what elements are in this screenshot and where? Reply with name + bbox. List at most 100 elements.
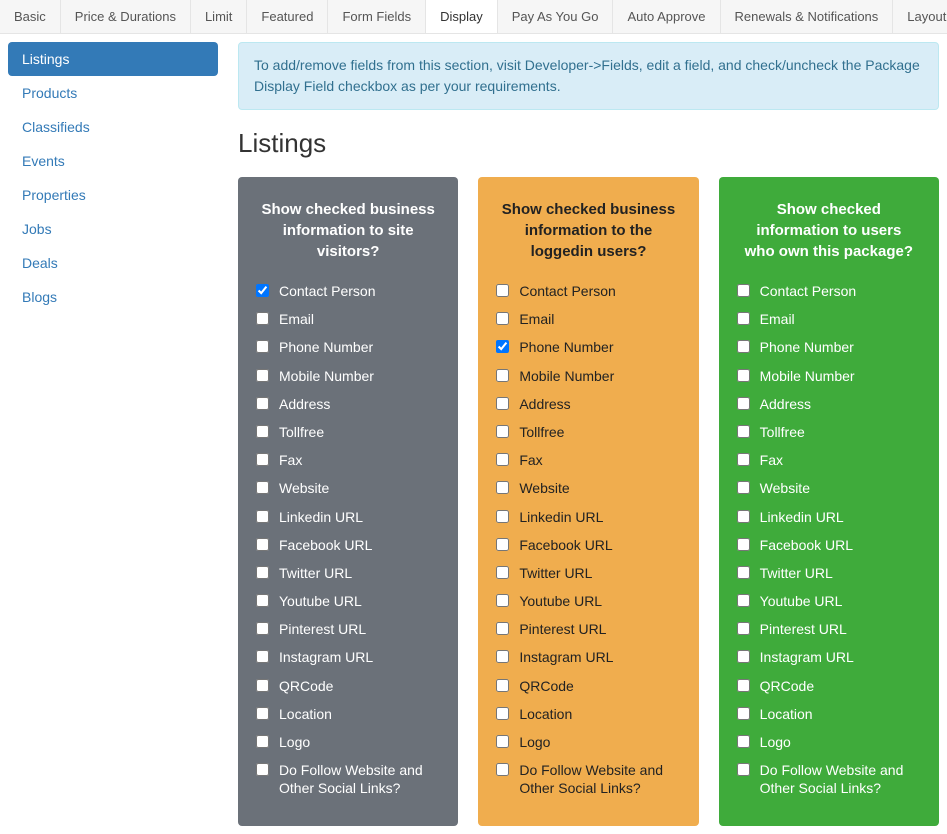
field-contact-person[interactable]: Contact Person — [256, 282, 440, 300]
field-checkbox[interactable] — [737, 594, 750, 607]
field-checkbox[interactable] — [737, 312, 750, 325]
field-checkbox[interactable] — [496, 397, 509, 410]
sidebar-item-properties[interactable]: Properties — [8, 178, 218, 212]
field-pinterest-url[interactable]: Pinterest URL — [256, 620, 440, 638]
sidebar-item-events[interactable]: Events — [8, 144, 218, 178]
field-contact-person[interactable]: Contact Person — [496, 282, 680, 300]
field-checkbox[interactable] — [496, 679, 509, 692]
field-email[interactable]: Email — [737, 310, 921, 328]
field-instagram-url[interactable]: Instagram URL — [256, 648, 440, 666]
field-checkbox[interactable] — [256, 622, 269, 635]
field-address[interactable]: Address — [737, 395, 921, 413]
tab-layout[interactable]: Layout — [893, 0, 947, 33]
field-logo[interactable]: Logo — [496, 733, 680, 751]
field-checkbox[interactable] — [496, 340, 509, 353]
field-mobile-number[interactable]: Mobile Number — [737, 367, 921, 385]
field-website[interactable]: Website — [256, 479, 440, 497]
field-youtube-url[interactable]: Youtube URL — [737, 592, 921, 610]
field-checkbox[interactable] — [256, 340, 269, 353]
field-youtube-url[interactable]: Youtube URL — [256, 592, 440, 610]
field-fax[interactable]: Fax — [737, 451, 921, 469]
field-checkbox[interactable] — [737, 679, 750, 692]
field-linkedin-url[interactable]: Linkedin URL — [737, 508, 921, 526]
tab-basic[interactable]: Basic — [0, 0, 61, 33]
sidebar-item-blogs[interactable]: Blogs — [8, 280, 218, 314]
field-checkbox[interactable] — [737, 763, 750, 776]
field-checkbox[interactable] — [496, 425, 509, 438]
field-twitter-url[interactable]: Twitter URL — [496, 564, 680, 582]
field-location[interactable]: Location — [256, 705, 440, 723]
sidebar-item-products[interactable]: Products — [8, 76, 218, 110]
field-checkbox[interactable] — [256, 594, 269, 607]
field-checkbox[interactable] — [737, 397, 750, 410]
field-tollfree[interactable]: Tollfree — [737, 423, 921, 441]
field-checkbox[interactable] — [737, 566, 750, 579]
field-fax[interactable]: Fax — [256, 451, 440, 469]
field-youtube-url[interactable]: Youtube URL — [496, 592, 680, 610]
tab-auto-approve[interactable]: Auto Approve — [613, 0, 720, 33]
field-address[interactable]: Address — [496, 395, 680, 413]
field-checkbox[interactable] — [256, 735, 269, 748]
field-checkbox[interactable] — [256, 312, 269, 325]
field-website[interactable]: Website — [737, 479, 921, 497]
field-checkbox[interactable] — [496, 510, 509, 523]
field-qrcode[interactable]: QRCode — [737, 677, 921, 695]
sidebar-item-jobs[interactable]: Jobs — [8, 212, 218, 246]
field-phone-number[interactable]: Phone Number — [256, 338, 440, 356]
field-address[interactable]: Address — [256, 395, 440, 413]
field-checkbox[interactable] — [496, 650, 509, 663]
field-checkbox[interactable] — [496, 369, 509, 382]
field-checkbox[interactable] — [496, 594, 509, 607]
field-checkbox[interactable] — [256, 538, 269, 551]
field-checkbox[interactable] — [737, 453, 750, 466]
field-mobile-number[interactable]: Mobile Number — [256, 367, 440, 385]
field-checkbox[interactable] — [256, 425, 269, 438]
field-checkbox[interactable] — [737, 622, 750, 635]
field-fax[interactable]: Fax — [496, 451, 680, 469]
tab-pay-as-you-go[interactable]: Pay As You Go — [498, 0, 614, 33]
field-checkbox[interactable] — [256, 566, 269, 579]
field-checkbox[interactable] — [256, 453, 269, 466]
tab-featured[interactable]: Featured — [247, 0, 328, 33]
field-facebook-url[interactable]: Facebook URL — [496, 536, 680, 554]
field-twitter-url[interactable]: Twitter URL — [737, 564, 921, 582]
field-pinterest-url[interactable]: Pinterest URL — [737, 620, 921, 638]
field-checkbox[interactable] — [496, 622, 509, 635]
field-checkbox[interactable] — [256, 284, 269, 297]
field-checkbox[interactable] — [256, 707, 269, 720]
field-checkbox[interactable] — [496, 538, 509, 551]
field-facebook-url[interactable]: Facebook URL — [256, 536, 440, 554]
field-checkbox[interactable] — [737, 425, 750, 438]
field-checkbox[interactable] — [737, 481, 750, 494]
field-phone-number[interactable]: Phone Number — [496, 338, 680, 356]
tab-price-durations[interactable]: Price & Durations — [61, 0, 191, 33]
field-tollfree[interactable]: Tollfree — [496, 423, 680, 441]
tab-form-fields[interactable]: Form Fields — [328, 0, 426, 33]
field-do-follow-website-and-other-social-links-[interactable]: Do Follow Website and Other Social Links… — [496, 761, 680, 797]
field-website[interactable]: Website — [496, 479, 680, 497]
field-tollfree[interactable]: Tollfree — [256, 423, 440, 441]
field-instagram-url[interactable]: Instagram URL — [496, 648, 680, 666]
tab-renewals-notifications[interactable]: Renewals & Notifications — [721, 0, 894, 33]
field-checkbox[interactable] — [256, 510, 269, 523]
field-checkbox[interactable] — [496, 312, 509, 325]
field-checkbox[interactable] — [737, 284, 750, 297]
field-facebook-url[interactable]: Facebook URL — [737, 536, 921, 554]
field-checkbox[interactable] — [496, 284, 509, 297]
field-phone-number[interactable]: Phone Number — [737, 338, 921, 356]
field-instagram-url[interactable]: Instagram URL — [737, 648, 921, 666]
field-checkbox[interactable] — [496, 453, 509, 466]
field-checkbox[interactable] — [737, 510, 750, 523]
field-linkedin-url[interactable]: Linkedin URL — [496, 508, 680, 526]
field-checkbox[interactable] — [256, 397, 269, 410]
field-pinterest-url[interactable]: Pinterest URL — [496, 620, 680, 638]
field-checkbox[interactable] — [256, 650, 269, 663]
field-email[interactable]: Email — [496, 310, 680, 328]
field-qrcode[interactable]: QRCode — [496, 677, 680, 695]
field-checkbox[interactable] — [737, 340, 750, 353]
field-checkbox[interactable] — [737, 650, 750, 663]
field-contact-person[interactable]: Contact Person — [737, 282, 921, 300]
field-logo[interactable]: Logo — [737, 733, 921, 751]
field-mobile-number[interactable]: Mobile Number — [496, 367, 680, 385]
field-checkbox[interactable] — [737, 707, 750, 720]
